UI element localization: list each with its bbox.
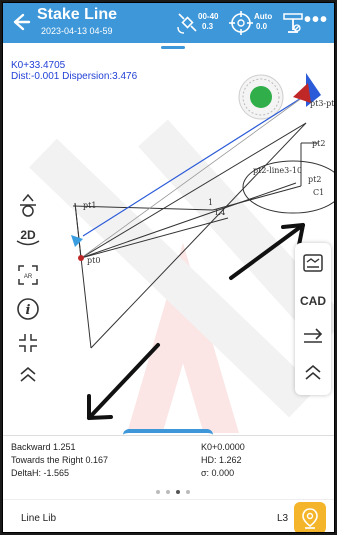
pt0-marker[interactable] [78,255,84,261]
date-time: 2023-04-13 04-59 [41,26,113,36]
station-info: K0+33.4705 Dist:-0.001 Dispersion:3.476 [11,60,137,82]
satellite-count: 00-40 [198,12,219,21]
satellite-value: 0.3 [202,22,214,31]
current-line-name[interactable]: L3 [277,513,288,524]
stake-location-icon[interactable] [294,502,326,532]
page-dot-active[interactable] [176,490,180,494]
sigma-value: σ: 0.000 [201,468,235,478]
cad-button[interactable]: CAD [295,283,331,319]
ar-label: AR [24,274,33,280]
ar-view-icon[interactable]: AR [11,259,45,291]
watermark-logo [29,119,334,433]
guide-line [80,94,307,259]
back-arrow-icon[interactable] [9,9,31,35]
backward-distance: Backward 1.251 [11,442,76,452]
more-icon[interactable]: ••• [304,9,328,31]
k-station: K0+0.0000 [201,442,245,452]
label-pt1: pt1 [83,201,96,210]
solution-status: Auto [254,12,273,21]
line-lib-button[interactable]: Line Lib [21,513,56,524]
label-pt2-a: pt2 [312,139,325,148]
label-c1: C1 [313,188,324,197]
view-mode-label: 2D [20,228,36,242]
solution-value: 0.0 [256,22,268,31]
svg-text:i: i [26,303,31,318]
collapse-icon[interactable] [11,327,45,359]
label-pt2-line3: pt2-line3-10 [253,166,302,175]
label-pt2-b: pt2 [308,175,321,184]
page-dot[interactable] [156,490,160,494]
right-distance: Towards the Right 0.167 [11,455,109,465]
crosshair-target-icon[interactable] [228,10,254,36]
label-line-mid: 1 [208,198,213,207]
distance-dispersion: Dist:-0.001 Dispersion:3.476 [11,71,138,82]
page-indicator[interactable] [156,488,206,496]
delta-h: DeltaH: -1.565 [11,468,70,478]
radio-antenna-icon[interactable] [280,10,306,36]
label-pt0: pt0 [87,256,100,265]
hd-value: HD: 1.262 [201,455,242,465]
page-dot[interactable] [186,490,190,494]
top-bar: Stake Line 2023-04-13 04-59 00-40 0.3 Au… [3,3,334,43]
chevron-up-icon[interactable] [11,359,45,391]
view-2d-icon[interactable]: 2D [11,221,45,253]
stake-info-panel: Backward 1.251 Towards the Right 0.167 D… [3,435,334,499]
level-bubble-icon[interactable] [11,189,45,221]
station-value: K0+33.4705 [11,60,66,71]
chevron-up-icon[interactable] [295,355,331,391]
gps-status-indicator [238,74,284,120]
bottom-bar: Line Lib L3 [3,499,334,532]
layers-icon[interactable] [295,245,331,281]
reverse-direction-icon[interactable] [295,319,331,355]
info-icon[interactable]: i [11,293,45,325]
current-position-icon [71,235,83,247]
pointer-arrow-icon [293,83,311,103]
label-pt3-pt2: pt3-pt2 [310,99,335,108]
map-canvas[interactable]: pt1 pt0 pt2 pt2 pt2-line3-10 C1 L4 1 pt3… [3,43,335,433]
page-dot[interactable] [166,490,170,494]
right-toolbar: CAD [295,243,331,395]
label-l4: L4 [215,208,225,217]
page-title: Stake Line [37,6,118,23]
app-frame: Stake Line 2023-04-13 04-59 00-40 0.3 Au… [2,2,335,533]
